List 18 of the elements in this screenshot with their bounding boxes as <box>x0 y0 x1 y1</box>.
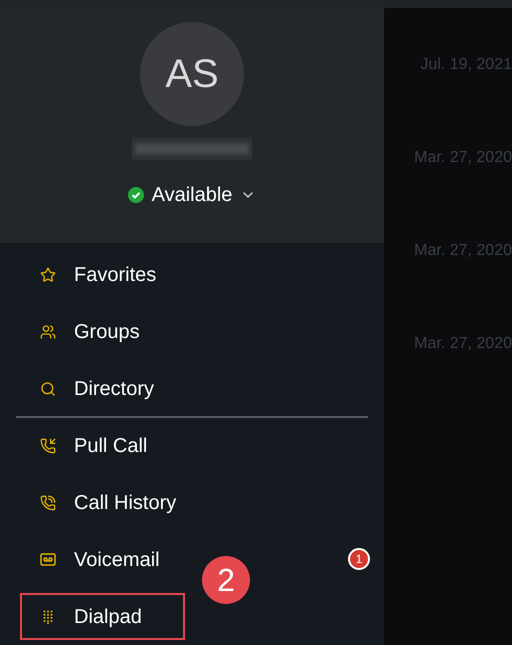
menu-item[interactable]: Call History <box>20 479 185 526</box>
menu-item[interactable]: Dialpad <box>20 593 185 640</box>
star-icon <box>40 266 56 282</box>
unread-count: 1 <box>348 548 370 570</box>
menu-item[interactable]: Favorites <box>20 251 185 298</box>
status-selector[interactable]: Available <box>128 180 256 210</box>
check-circle-icon <box>128 187 144 203</box>
avatar[interactable]: AS <box>140 22 244 126</box>
menu-item[interactable]: Directory <box>20 365 185 412</box>
menu-item[interactable]: Pull Call <box>20 422 185 469</box>
search-icon <box>40 380 56 396</box>
menu-item[interactable]: Groups <box>20 308 185 355</box>
phone-icon <box>40 494 56 510</box>
menu-item[interactable]: Voicemail <box>20 536 185 583</box>
dialpad-icon <box>43 610 53 624</box>
voicemail-icon <box>40 553 56 566</box>
people-icon <box>40 324 56 340</box>
phone-arrow-icon <box>40 438 56 454</box>
